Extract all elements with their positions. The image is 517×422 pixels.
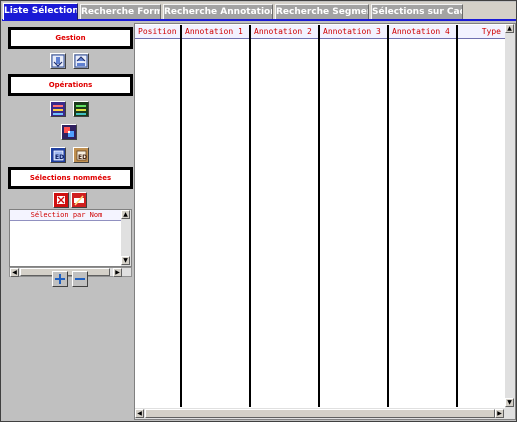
scroll-left-arrow-icon[interactable]: ◀: [135, 409, 144, 418]
selection-table[interactable]: Position Annotation 1 Annotation 2 Annot…: [134, 23, 516, 420]
column-divider[interactable]: [249, 25, 251, 407]
scroll-down-arrow-icon[interactable]: ▼: [505, 398, 514, 407]
selections-nommees-section-title: Sélections nommées: [8, 167, 133, 189]
rename-named-button[interactable]: [71, 192, 87, 208]
column-header-annotation-4[interactable]: Annotation 4: [389, 25, 456, 39]
column-divider[interactable]: [387, 25, 389, 407]
operations-section-title: Opérations: [8, 74, 133, 96]
tab-liste-selections[interactable]: Liste Sélections: [3, 3, 78, 20]
named-list-horizontal-scrollbar[interactable]: ◀ ▶: [9, 267, 132, 277]
union-button[interactable]: [50, 101, 66, 117]
column-divider[interactable]: [318, 25, 320, 407]
add-icon: [53, 272, 67, 286]
named-selection-list[interactable]: Sélection par Nom ▲ ▼: [9, 209, 132, 267]
tab-recherche-annotations[interactable]: Recherche Annotation(s): [163, 4, 273, 19]
column-header-annotation-1[interactable]: Annotation 1: [182, 25, 249, 39]
scroll-up-arrow-icon[interactable]: ▲: [121, 210, 130, 219]
edit-selection-button[interactable]: ED: [50, 147, 66, 163]
import-selection-button[interactable]: [50, 53, 66, 69]
intersection-button[interactable]: [73, 101, 89, 117]
edit-selection-icon: ED: [51, 148, 65, 162]
scroll-up-arrow-icon[interactable]: ▲: [505, 24, 514, 33]
table-horizontal-scrollbar[interactable]: ◀ ▶: [135, 408, 505, 419]
intersection-icon: [74, 102, 88, 116]
edit-selection-alt-icon: ED: [74, 148, 88, 162]
column-header-annotation-2[interactable]: Annotation 2: [251, 25, 318, 39]
difference-button[interactable]: [61, 124, 77, 140]
tab-recherche-segments[interactable]: Recherche Segments: [275, 4, 369, 19]
svg-text:ED: ED: [78, 154, 87, 161]
table-horizontal-scroll-thumb[interactable]: [145, 409, 495, 418]
column-header-type[interactable]: Type: [458, 25, 505, 39]
named-list-vertical-scrollbar[interactable]: ▲ ▼: [121, 210, 131, 266]
svg-text:ED: ED: [55, 154, 64, 161]
column-divider[interactable]: [180, 25, 182, 407]
delete-named-icon: [54, 193, 68, 207]
left-panel: Gestion Opérations ED ED Sélections nomm…: [4, 23, 133, 420]
difference-icon: [62, 125, 76, 139]
tab-bar: Liste Sélections Recherche Forme Recherc…: [2, 2, 516, 21]
application-window: Liste Sélections Recherche Forme Recherc…: [0, 0, 517, 422]
column-header-position[interactable]: Position: [135, 25, 180, 39]
scroll-right-arrow-icon[interactable]: ▶: [495, 409, 504, 418]
tab-selections-sur-cadre[interactable]: Sélections sur Cadre: [371, 4, 463, 19]
export-selection-icon: [74, 54, 88, 68]
remove-named-selection-button[interactable]: [72, 271, 88, 287]
delete-named-button[interactable]: [53, 192, 69, 208]
add-named-selection-button[interactable]: [52, 271, 68, 287]
scroll-left-arrow-icon[interactable]: ◀: [10, 268, 19, 277]
remove-icon: [73, 272, 87, 286]
import-selection-icon: [51, 54, 65, 68]
column-header-annotation-3[interactable]: Annotation 3: [320, 25, 387, 39]
named-selection-list-header: Sélection par Nom: [10, 210, 123, 221]
export-selection-button[interactable]: [73, 53, 89, 69]
edit-selection-alt-button[interactable]: ED: [73, 147, 89, 163]
scroll-right-arrow-icon[interactable]: ▶: [113, 268, 122, 277]
tab-recherche-forme[interactable]: Recherche Forme: [80, 4, 161, 19]
scroll-down-arrow-icon[interactable]: ▼: [121, 256, 130, 265]
column-divider[interactable]: [456, 25, 458, 407]
rename-named-icon: [72, 193, 86, 207]
table-vertical-scrollbar[interactable]: ▲ ▼: [505, 24, 515, 419]
union-icon: [51, 102, 65, 116]
gestion-section-title: Gestion: [8, 27, 133, 49]
